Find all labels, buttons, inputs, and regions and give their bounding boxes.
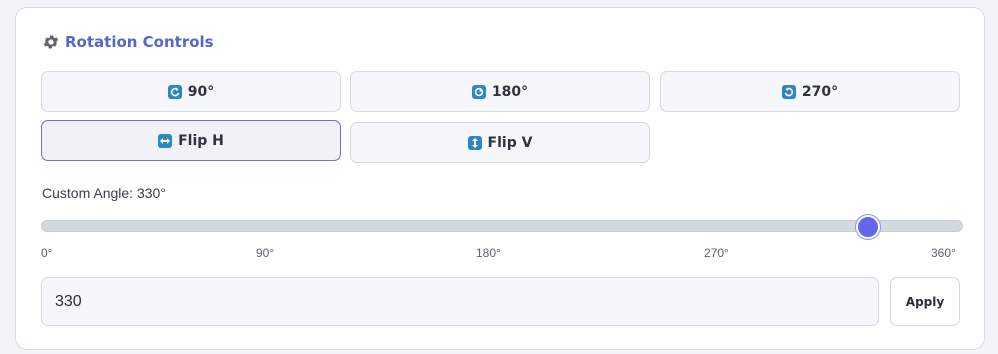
angle-slider-thumb[interactable] xyxy=(855,215,880,239)
slider-tick-180: 180° xyxy=(476,246,501,260)
slider-tick-270: 270° xyxy=(704,246,729,260)
flip-v-label: Flip V xyxy=(487,134,533,151)
rotation-controls-panel: Rotation Controls 90° 180° 270° Flip H F… xyxy=(15,7,985,350)
panel-header: Rotation Controls xyxy=(42,33,214,51)
flip-h-label: Flip H xyxy=(178,132,224,149)
rotate-270-label: 270° xyxy=(801,83,839,100)
rotate-90-label: 90° xyxy=(187,83,215,100)
rotate-cw-icon xyxy=(167,84,182,99)
rotate-270-button[interactable]: 270° xyxy=(660,71,960,112)
angle-slider-track[interactable] xyxy=(41,220,963,232)
rotate-180-icon xyxy=(471,84,486,99)
rotate-ccw-icon xyxy=(781,84,796,99)
rotate-180-label: 180° xyxy=(491,83,529,100)
rotate-90-button[interactable]: 90° xyxy=(41,71,341,112)
apply-button[interactable]: Apply xyxy=(890,277,960,326)
flip-vertical-icon xyxy=(467,135,482,150)
rotate-180-button[interactable]: 180° xyxy=(350,71,650,112)
flip-horizontal-button[interactable]: Flip H xyxy=(41,120,341,161)
flip-horizontal-icon xyxy=(158,133,173,148)
slider-tick-360: 360° xyxy=(931,246,956,260)
slider-tick-0: 0° xyxy=(41,246,53,260)
slider-tick-90: 90° xyxy=(256,246,275,260)
flip-vertical-button[interactable]: Flip V xyxy=(350,122,650,163)
angle-input[interactable] xyxy=(41,277,879,326)
gear-icon xyxy=(42,33,60,51)
custom-angle-label: Custom Angle: 330° xyxy=(42,185,166,201)
panel-title: Rotation Controls xyxy=(65,33,214,51)
